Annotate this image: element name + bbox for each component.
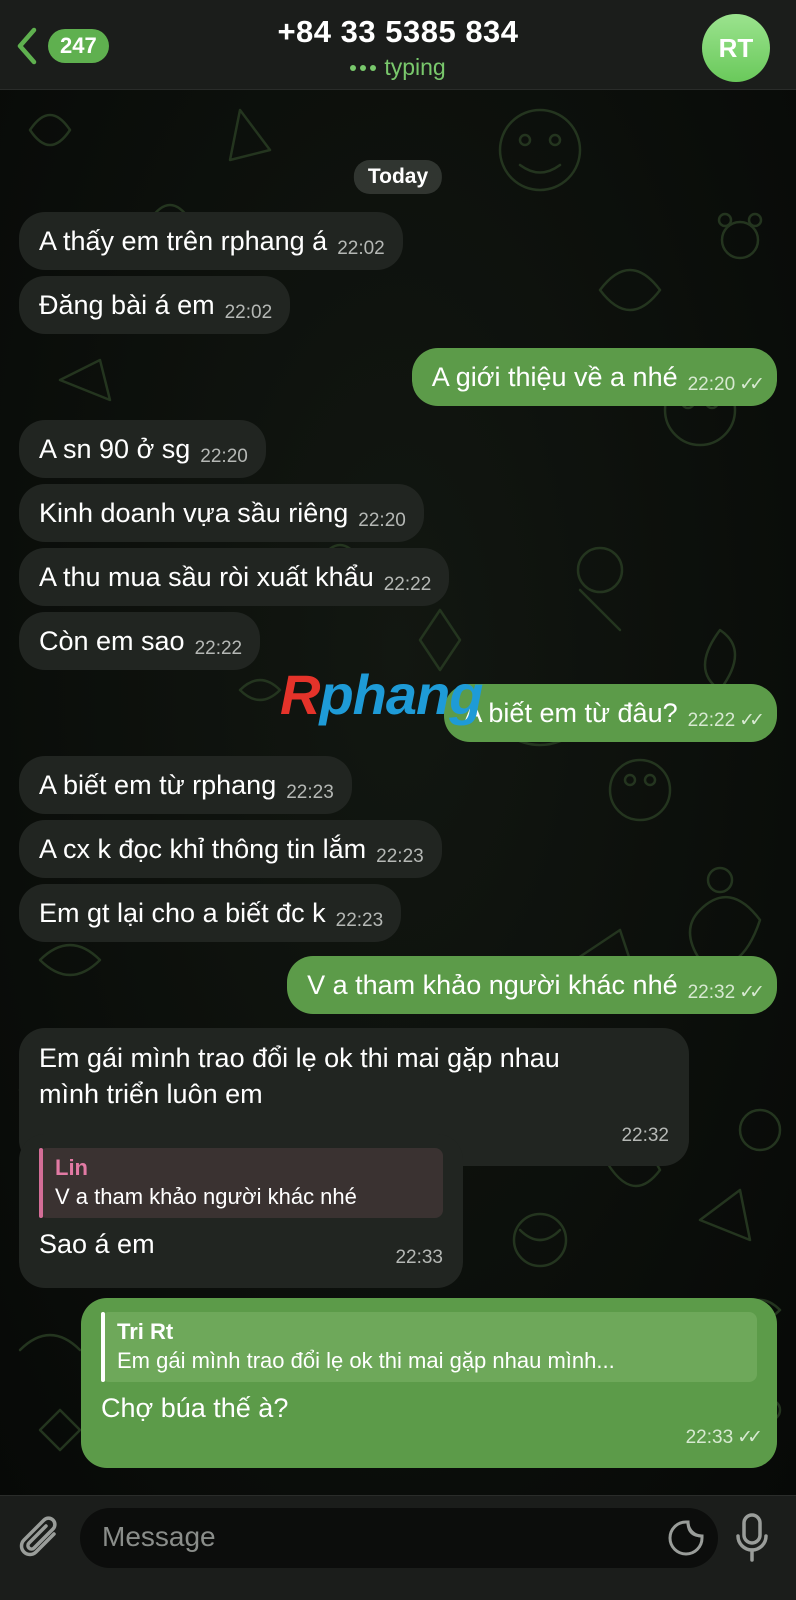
- message-time: 22:22: [383, 574, 432, 595]
- reply-author: Tri Rt: [117, 1319, 174, 1344]
- message-text: Kinh doanh vựa sầu riêng: [39, 498, 349, 528]
- typing-dots-icon: [350, 64, 377, 71]
- reply-quote[interactable]: Lin V a tham khảo người khác nhé: [39, 1148, 443, 1218]
- unread-count-badge: 247: [48, 29, 109, 63]
- message-incoming[interactable]: Đăng bài á em 22:02: [19, 276, 291, 334]
- message-outgoing[interactable]: A biết em từ đâu? 22:22 ✓✓: [444, 684, 777, 742]
- message-text: A sn 90 ở sg: [39, 434, 191, 464]
- chat-title-area[interactable]: +84 33 5385 834 typing: [180, 14, 616, 81]
- message-time: 22:22: [194, 638, 243, 659]
- double-check-icon: ✓✓: [737, 1427, 763, 1448]
- back-button[interactable]: 247: [12, 26, 122, 66]
- message-outgoing-reply[interactable]: Tri Rt Em gái mình trao đổi lẹ ok thi ma…: [81, 1298, 777, 1468]
- message-text: A thấy em trên rphang á: [39, 226, 328, 256]
- message-incoming[interactable]: A cx k đọc khỉ thông tin lắm 22:23: [19, 820, 442, 878]
- double-check-icon: ✓✓: [739, 710, 765, 731]
- reply-quote[interactable]: Tri Rt Em gái mình trao đổi lẹ ok thi ma…: [101, 1312, 757, 1382]
- chat-title: +84 33 5385 834: [277, 14, 519, 49]
- message-time: 22:20: [687, 374, 736, 395]
- paperclip-icon[interactable]: [18, 1514, 64, 1564]
- message-text: Em gt lại cho a biết đc k: [39, 898, 326, 928]
- message-incoming[interactable]: A thấy em trên rphang á 22:02: [19, 212, 403, 270]
- date-separator: Today: [353, 160, 443, 194]
- typing-status: typing: [180, 54, 616, 81]
- message-time: 22:32: [621, 1125, 669, 1146]
- message-incoming[interactable]: A thu mua sầu ròi xuất khẩu 22:22: [19, 548, 450, 606]
- message-text: A biết em từ rphang: [39, 770, 277, 800]
- message-composer: Message: [0, 1495, 796, 1600]
- message-incoming[interactable]: Kinh doanh vựa sầu riêng 22:20: [19, 484, 424, 542]
- message-input[interactable]: Message: [80, 1508, 718, 1568]
- message-text: V a tham khảo người khác nhé: [307, 970, 678, 1000]
- message-time: 22:02: [337, 238, 385, 259]
- message-text-line: mình triển luôn em: [39, 1079, 263, 1109]
- double-check-icon: ✓✓: [739, 982, 765, 1003]
- message-time: 22:33: [685, 1427, 734, 1448]
- avatar[interactable]: RT: [702, 14, 770, 82]
- chevron-left-icon: [17, 27, 37, 65]
- message-time: 22:23: [376, 846, 424, 867]
- message-time: 22:23: [286, 782, 334, 803]
- reply-author: Lin: [55, 1155, 88, 1180]
- reply-text: Em gái mình trao đổi lẹ ok thi mai gặp n…: [117, 1348, 615, 1373]
- message-text: A giới thiệu về a nhé: [431, 362, 678, 392]
- message-text: A thu mua sầu ròi xuất khẩu: [39, 562, 374, 592]
- message-incoming-reply[interactable]: Lin V a tham khảo người khác nhé Sao á e…: [19, 1134, 463, 1288]
- message-input-placeholder: Message: [102, 1521, 216, 1552]
- message-time: 22:20: [358, 510, 406, 531]
- message-list[interactable]: Today A thấy em trên rphang á 22:02 Đăng …: [0, 90, 796, 1495]
- message-text: Đăng bài á em: [39, 290, 215, 320]
- message-outgoing[interactable]: V a tham khảo người khác nhé 22:32 ✓✓: [287, 956, 777, 1014]
- message-text: A cx k đọc khỉ thông tin lắm: [39, 834, 367, 864]
- microphone-icon[interactable]: [734, 1512, 770, 1564]
- status-text: typing: [384, 54, 446, 80]
- message-outgoing[interactable]: A giới thiệu về a nhé 22:20 ✓✓: [411, 348, 777, 406]
- message-time: 22:22: [687, 710, 736, 731]
- message-incoming[interactable]: Em gt lại cho a biết đc k 22:23: [19, 884, 402, 942]
- message-text-line: Em gái mình trao đổi lẹ ok thi mai gặp n…: [39, 1043, 560, 1073]
- message-time: 22:23: [335, 910, 384, 931]
- message-time: 22:20: [200, 446, 248, 467]
- chat-header: 247 +84 33 5385 834 typing RT: [0, 0, 796, 90]
- message-incoming[interactable]: A biết em từ rphang 22:23: [19, 756, 352, 814]
- double-check-icon: ✓✓: [739, 374, 765, 395]
- sticker-icon[interactable]: [666, 1518, 706, 1558]
- rphang-watermark-logo: Rphang: [280, 663, 483, 726]
- message-time: 22:02: [224, 302, 273, 323]
- message-time: 22:32: [687, 982, 736, 1003]
- message-time: 22:33: [395, 1247, 443, 1268]
- message-text: A biết em từ đâu?: [464, 698, 678, 728]
- reply-text: V a tham khảo người khác nhé: [55, 1184, 357, 1209]
- message-text: Còn em sao: [39, 626, 185, 656]
- message-incoming[interactable]: A sn 90 ở sg 22:20: [19, 420, 266, 478]
- message-incoming[interactable]: Còn em sao 22:22: [19, 612, 261, 670]
